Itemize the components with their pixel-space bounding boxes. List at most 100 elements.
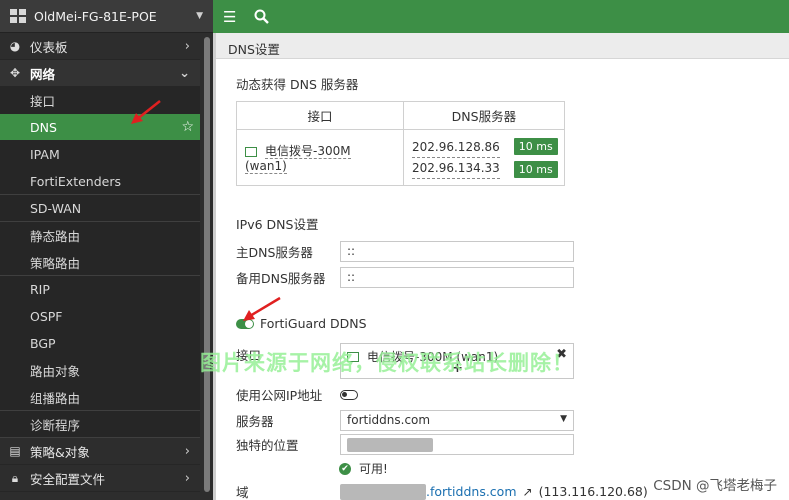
column-header-interface: 接口 [236,101,404,130]
secondary-dns-label: 备用DNS服务器 [236,271,326,286]
domain-link[interactable]: .fortiddns.com [426,484,517,499]
server-select-value: fortiddns.com [347,413,431,427]
sidebar-item-label: 策略&对象 [30,444,90,460]
sidebar-item-sdwan[interactable]: SD-WAN [0,195,200,222]
sidebar-item-dashboard[interactable]: ◕ 仪表板 › [0,33,200,60]
device-selector[interactable]: OldMei-FG-81E-POE ▼ [0,0,213,33]
sidebar-item-bgp[interactable]: BGP [0,330,200,357]
main-content: DNS设置 动态获得 DNS 服务器 接口 DNS服务器 电信拨号-300M (… [213,33,789,500]
table-row: 电信拨号-300M (wan1) 202.96.128.86 202.96.13… [236,129,565,186]
latency-cell: 10 ms 10 ms [507,129,565,186]
sidebar-item-policy-objects[interactable]: ▤ 策略&对象 › [0,438,200,465]
server-label: 服务器 [236,414,274,429]
sidebar-item-label: 网络 [30,66,56,82]
sidebar-item-security-profiles[interactable]: 🔒︎ 安全配置文件 › [0,465,200,492]
interface-name[interactable]: 电信拨号-300M (wan1) [245,144,351,174]
latency-badge: 10 ms [513,137,558,155]
sidebar-item-label: 组播路由 [30,390,81,406]
watermark-text: 图片来源于网络，侵权联系站长删除！ [200,351,574,375]
policy-icon: ▤ [9,444,21,458]
domain-label: 域 [236,485,249,500]
sidebar-item-label: OSPF [30,308,63,324]
chevron-right-icon: › [184,38,190,54]
sidebar-item-network[interactable]: ✥ 网络 ⌄ [0,60,200,87]
annotation-arrow-icon [131,100,161,124]
sidebar-item-label: SD-WAN [30,200,82,216]
chevron-down-icon: ▼ [196,11,203,21]
sidebar-item-label: 接口 [30,93,56,109]
lock-icon: 🔒︎ [11,470,19,485]
sidebar: OldMei-FG-81E-POE ▼ ◕ 仪表板 › ✥ 网络 ⌄ 接口 DN… [0,0,213,500]
chevron-right-icon: › [184,470,190,486]
top-bar: ☰ [213,0,789,33]
sidebar-item-routing-objects[interactable]: 路由对象 [0,357,200,384]
search-icon[interactable] [254,9,270,24]
public-ip-row: 使用公网IP地址 [236,385,358,404]
domain-ip: (113.116.120.68) [538,484,648,499]
server-select[interactable]: fortiddns.com ▼ [340,410,574,431]
redacted-value [347,438,433,452]
sidebar-item-diagnostics[interactable]: 诊断程序 [0,411,200,438]
column-header-dns: DNS服务器 [403,101,565,130]
interface-cell: 电信拨号-300M (wan1) [236,129,404,186]
menu-icon[interactable]: ☰ [223,8,236,26]
csdn-watermark: CSDN @飞塔老梅子 [653,478,777,494]
external-link-icon[interactable]: ↗ [523,485,533,499]
sidebar-item-static-routes[interactable]: 静态路由 [0,222,200,249]
secondary-dns-input[interactable]: :: [340,267,574,288]
sidebar-item-fortiextenders[interactable]: FortiExtenders [0,168,200,195]
dns-ip-2[interactable]: 202.96.134.33 [412,158,500,179]
dns-ip-1[interactable]: 202.96.128.86 [412,137,500,158]
availability-text: 可用! [359,462,388,476]
server-row: 服务器 fortiddns.com ▼ [236,410,574,431]
star-icon[interactable]: ☆ [181,119,194,135]
dropdown-arrow-icon: ▼ [560,414,567,424]
latency-badge: 10 ms [513,160,558,178]
unique-location-input[interactable] [340,434,574,455]
sidebar-item-label: BGP [30,335,56,351]
chevron-down-icon: ⌄ [179,65,190,81]
sidebar-item-label: 诊断程序 [30,417,81,433]
dashboard-icon: ◕ [9,39,21,53]
sidebar-item-label: IPAM [30,146,60,162]
sidebar-item-label: 仪表板 [30,39,68,55]
secondary-dns-row: 备用DNS服务器 :: [236,267,574,288]
check-circle-icon: ✔ [339,462,351,475]
sidebar-item-label: 安全配置文件 [30,471,106,487]
sidebar-nav: ◕ 仪表板 › ✥ 网络 ⌄ 接口 DNS ☆ IPAM FortiExtend… [0,33,200,492]
sidebar-item-label: RIP [30,281,50,297]
redacted-value [340,483,426,500]
sidebar-item-label: 路由对象 [30,363,81,379]
network-icon: ✥ [9,66,21,80]
section-ipv6-dns: IPv6 DNS设置 [236,216,319,232]
sidebar-item-multicast[interactable]: 组播路由 [0,384,200,411]
primary-dns-row: 主DNS服务器 :: [236,241,574,262]
unique-location-row: 独特的位置 [236,434,574,455]
unique-location-label: 独特的位置 [236,438,299,453]
dynamic-dns-table: 接口 DNS服务器 电信拨号-300M (wan1) 202.96.128.86… [236,101,565,186]
domain-row: 域 .fortiddns.com ↗ (113.116.120.68) [236,482,648,500]
sidebar-scrollbar[interactable] [203,33,211,500]
sidebar-item-ipam[interactable]: IPAM [0,141,200,168]
fortigate-device-icon [10,9,26,23]
section-dynamic-dns: 动态获得 DNS 服务器 [236,76,359,92]
sidebar-item-ospf[interactable]: OSPF [0,303,200,330]
scrollbar-thumb[interactable] [204,37,210,492]
sidebar-item-label: FortiExtenders [30,173,121,189]
page-title: DNS设置 [216,33,789,59]
chevron-right-icon: › [184,443,190,459]
primary-dns-input[interactable]: :: [340,241,574,262]
primary-dns-label: 主DNS服务器 [236,245,313,260]
sidebar-item-interfaces[interactable]: 接口 [0,87,200,114]
annotation-arrow-icon [243,296,281,321]
sidebar-item-label: DNS [30,119,57,135]
public-ip-label: 使用公网IP地址 [236,388,323,403]
sidebar-item-label: 策略路由 [30,255,81,271]
sidebar-item-label: 静态路由 [30,228,81,244]
device-name: OldMei-FG-81E-POE [34,8,157,24]
public-ip-toggle[interactable] [340,389,358,400]
dns-ip-cell: 202.96.128.86 202.96.134.33 [402,129,508,186]
sidebar-item-policy-routes[interactable]: 策略路由 [0,249,200,276]
sidebar-item-dns[interactable]: DNS ☆ [0,114,200,141]
sidebar-item-rip[interactable]: RIP [0,276,200,303]
